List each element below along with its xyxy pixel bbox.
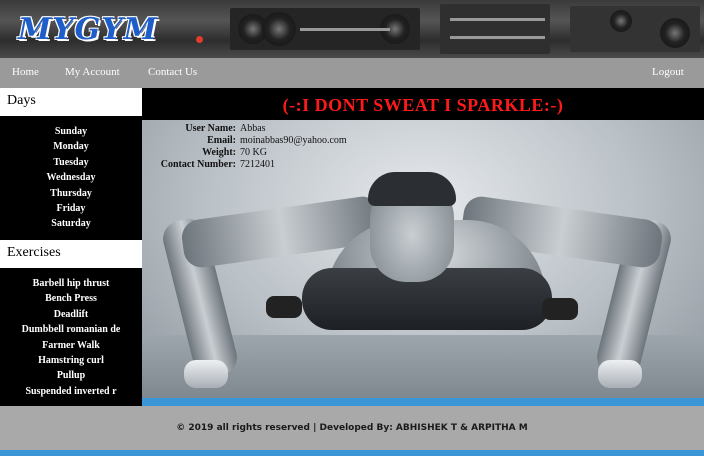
exercise-item[interactable]: Bench Press: [0, 291, 142, 306]
contact-value: 7212401: [240, 159, 275, 170]
motto-banner: (-:I DONT SWEAT I SPARKLE:-): [142, 88, 704, 120]
nav-my-account[interactable]: My Account: [65, 66, 120, 78]
day-item-thursday[interactable]: Thursday: [0, 186, 142, 201]
email-row: Email: moinabbas90@yahoo.com: [146, 135, 347, 147]
weight-label: Weight:: [202, 147, 236, 158]
nav-logout[interactable]: Logout: [652, 66, 684, 78]
main-content: (-:I DONT SWEAT I SPARKLE:-) User Name: …: [142, 88, 704, 398]
weight-value: 70 KG: [240, 147, 267, 158]
day-item-monday[interactable]: Monday: [0, 139, 142, 154]
days-list: Sunday Monday Tuesday Wednesday Thursday…: [0, 116, 142, 240]
right-shoe: [542, 298, 578, 320]
athlete-hair: [368, 172, 456, 206]
footer-text: © 2019 all rights reserved | Developed B…: [176, 423, 528, 433]
days-heading: Days: [0, 88, 142, 116]
user-name-value: Abbas: [240, 123, 266, 134]
contact-row: Contact Number: 7212401: [146, 159, 347, 171]
weight-row: Weight: 70 KG: [146, 147, 347, 159]
day-item-sunday[interactable]: Sunday: [0, 124, 142, 139]
logo[interactable]: MYGYM: [18, 12, 158, 47]
exercise-item[interactable]: Hamstring curl: [0, 353, 142, 368]
user-info: User Name: Abbas Email: moinabbas90@yaho…: [146, 123, 347, 171]
logo-dot: [196, 36, 203, 43]
footer: © 2019 all rights reserved | Developed B…: [0, 406, 704, 450]
nav-home[interactable]: Home: [12, 66, 39, 78]
day-item-friday[interactable]: Friday: [0, 201, 142, 216]
left-shoe: [266, 296, 302, 318]
nav-contact-us[interactable]: Contact Us: [148, 66, 197, 78]
exercises-heading: Exercises: [0, 240, 142, 268]
right-hand: [598, 360, 642, 388]
user-name-label: User Name:: [185, 123, 236, 134]
day-item-tuesday[interactable]: Tuesday: [0, 155, 142, 170]
exercises-list: Barbell hip thrust Bench Press Deadlift …: [0, 268, 142, 399]
bottom-accent-strip: [0, 450, 704, 456]
exercise-item[interactable]: Barbell hip thrust: [0, 276, 142, 291]
accent-strip: [142, 398, 704, 406]
exercise-item[interactable]: Dumbbell romanian de: [0, 322, 142, 337]
day-item-saturday[interactable]: Saturday: [0, 216, 142, 231]
left-hand: [184, 360, 228, 388]
contact-label: Contact Number:: [160, 159, 236, 170]
exercise-item[interactable]: Farmer Walk: [0, 338, 142, 353]
day-item-wednesday[interactable]: Wednesday: [0, 170, 142, 185]
exercise-item[interactable]: Suspended inverted r: [0, 384, 142, 399]
exercise-item[interactable]: Pullup: [0, 368, 142, 383]
email-value: moinabbas90@yahoo.com: [240, 135, 347, 146]
user-name-row: User Name: Abbas: [146, 123, 347, 135]
email-label: Email:: [207, 135, 236, 146]
top-nav: Home My Account Contact Us Logout: [0, 58, 704, 88]
header-banner: MYGYM: [0, 0, 704, 58]
exercise-item[interactable]: Deadlift: [0, 307, 142, 322]
sidebar: Days Sunday Monday Tuesday Wednesday Thu…: [0, 88, 142, 406]
